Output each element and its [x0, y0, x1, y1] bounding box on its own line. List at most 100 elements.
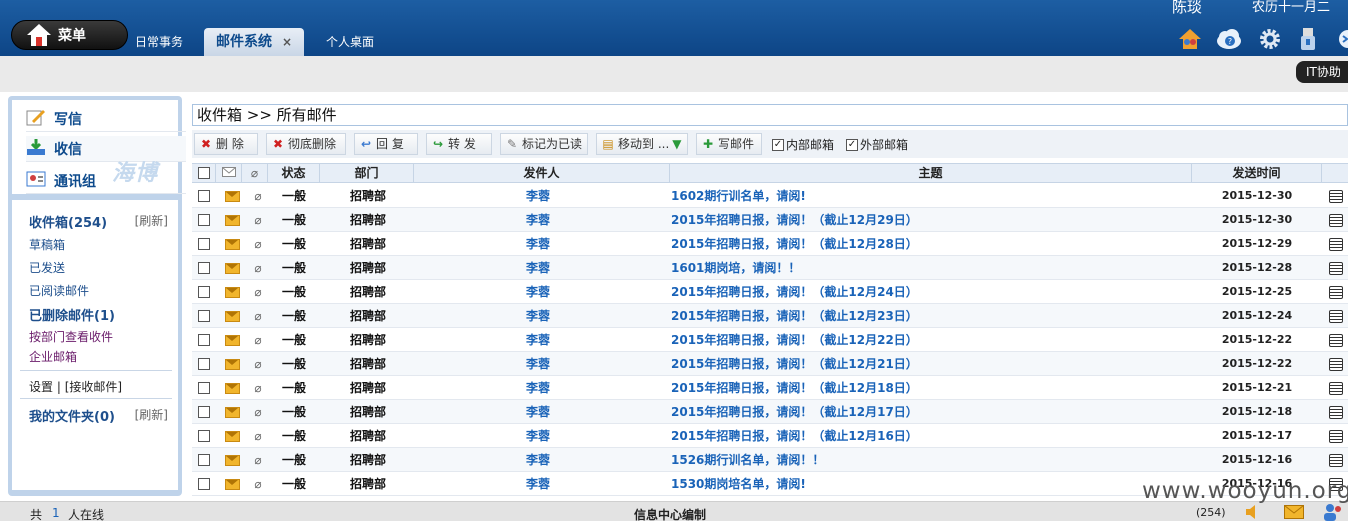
table-row[interactable]: ⌀ 一般 招聘部 李蓉 2015年招聘日报，请阅！（截止12月21日） 2015-12-2… — [192, 352, 1348, 376]
row-subject-link[interactable]: 2015年招聘日报，请阅！（截止12月18日） — [671, 376, 1191, 400]
row-checkbox-cell[interactable] — [197, 328, 211, 352]
home-people-icon[interactable] — [1178, 27, 1202, 51]
menu-button[interactable]: 菜单 — [11, 20, 128, 50]
date-header[interactable]: 发送时间 — [1192, 164, 1322, 182]
row-sender[interactable]: 李蓉 — [410, 232, 666, 256]
row-checkbox-cell[interactable] — [197, 400, 211, 424]
row-checkbox[interactable] — [198, 454, 210, 466]
read-folder[interactable]: 已阅读邮件 — [29, 282, 89, 299]
delete-button[interactable]: ✖ 删 除 — [194, 133, 258, 155]
row-subject-link[interactable]: 2015年招聘日报，请阅！（截止12月16日） — [671, 424, 1191, 448]
gear-icon[interactable] — [1258, 27, 1282, 51]
row-checkbox[interactable] — [198, 382, 210, 394]
row-subject-link[interactable]: 2015年招聘日报，请阅！（截止12月21日） — [671, 352, 1191, 376]
settings-label[interactable]: 设置 — [29, 380, 53, 394]
row-checkbox[interactable] — [198, 430, 210, 442]
speaker-icon[interactable] — [1244, 504, 1264, 523]
deleted-folder[interactable]: 已删除邮件(1) — [29, 305, 115, 324]
subject-header[interactable]: 主题 — [670, 164, 1192, 182]
table-row[interactable]: ⌀ 一般 招聘部 李蓉 2015年招聘日报，请阅！（截止12月16日） 2015-12-1… — [192, 424, 1348, 448]
table-row[interactable]: ⌀ 一般 招聘部 李蓉 2015年招聘日报，请阅！（截止12月22日） 2015-12-2… — [192, 328, 1348, 352]
note-icon[interactable] — [1324, 376, 1348, 400]
select-all-checkbox[interactable] — [197, 167, 210, 179]
row-checkbox[interactable] — [198, 214, 210, 226]
row-subject-link[interactable]: 1602期行训名单，请阅! — [671, 184, 1191, 208]
inbox-refresh-link[interactable]: [刷新] — [135, 212, 168, 229]
table-row[interactable]: ⌀ 一般 招聘部 李蓉 1601期岗培，请阅！！ 2015-12-28 — [192, 256, 1348, 280]
note-icon[interactable] — [1324, 304, 1348, 328]
row-sender[interactable]: 李蓉 — [410, 424, 666, 448]
note-icon[interactable] — [1324, 184, 1348, 208]
note-icon[interactable] — [1324, 232, 1348, 256]
enterprise-mailbox-folder[interactable]: 企业邮箱 — [29, 348, 77, 365]
row-sender[interactable]: 李蓉 — [410, 328, 666, 352]
sender-header[interactable]: 发件人 — [414, 164, 670, 182]
table-row[interactable]: ⌀ 一般 招聘部 李蓉 2015年招聘日报，请阅！（截止12月24日） 2015-12-2… — [192, 280, 1348, 304]
external-mailbox-checkbox[interactable]: ✓ — [846, 138, 858, 151]
row-checkbox-cell[interactable] — [197, 256, 211, 280]
internal-mailbox-toggle[interactable]: ✓ 内部邮箱 — [772, 136, 834, 153]
it-help-button[interactable]: IT协助 — [1296, 61, 1348, 83]
close-icon[interactable]: × — [282, 35, 292, 49]
sent-folder[interactable]: 已发送 — [29, 259, 65, 276]
row-checkbox-cell[interactable] — [197, 232, 211, 256]
row-subject-link[interactable]: 2015年招聘日报，请阅！（截止12月24日） — [671, 280, 1191, 304]
row-checkbox-cell[interactable] — [197, 424, 211, 448]
row-subject-link[interactable]: 1526期行训名单，请阅！！ — [671, 448, 1191, 472]
row-checkbox-cell[interactable] — [197, 472, 211, 496]
note-icon[interactable] — [1324, 424, 1348, 448]
table-row[interactable]: ⌀ 一般 招聘部 李蓉 1602期行训名单，请阅! 2015-12-30 — [192, 184, 1348, 208]
row-checkbox[interactable] — [198, 358, 210, 370]
row-sender[interactable]: 李蓉 — [410, 280, 666, 304]
row-sender[interactable]: 李蓉 — [410, 352, 666, 376]
row-sender[interactable]: 李蓉 — [410, 208, 666, 232]
by-dept-folder[interactable]: 按部门查看收件 — [29, 328, 113, 345]
note-icon[interactable] — [1324, 400, 1348, 424]
row-checkbox-cell[interactable] — [197, 208, 211, 232]
row-sender[interactable]: 李蓉 — [410, 400, 666, 424]
row-sender[interactable]: 李蓉 — [410, 304, 666, 328]
status-header[interactable]: 状态 — [268, 164, 320, 182]
row-checkbox-cell[interactable] — [197, 352, 211, 376]
usb-icon[interactable] — [1298, 27, 1322, 51]
table-row[interactable]: ⌀ 一般 招聘部 李蓉 2015年招聘日报，请阅！（截止12月18日） 2015-12-2… — [192, 376, 1348, 400]
row-checkbox[interactable] — [198, 262, 210, 274]
more-icon[interactable] — [1334, 27, 1348, 51]
tab-mail-system[interactable]: 邮件系统 × — [204, 28, 305, 56]
row-subject-link[interactable]: 1601期岗培，请阅！！ — [671, 256, 1191, 280]
note-icon[interactable] — [1324, 448, 1348, 472]
mark-read-button[interactable]: ✎ 标记为已读 — [500, 133, 588, 155]
receive-mail-link[interactable]: [接收邮件] — [65, 380, 122, 394]
row-subject-link[interactable]: 1530期岗培名单，请阅! — [671, 472, 1191, 496]
row-checkbox-cell[interactable] — [197, 304, 211, 328]
external-mailbox-toggle[interactable]: ✓ 外部邮箱 — [846, 136, 908, 153]
internal-mailbox-checkbox[interactable]: ✓ — [772, 138, 784, 151]
note-icon[interactable] — [1324, 280, 1348, 304]
row-sender[interactable]: 李蓉 — [410, 376, 666, 400]
row-checkbox[interactable] — [198, 286, 210, 298]
cloud-help-icon[interactable]: ? — [1216, 27, 1241, 51]
row-sender[interactable]: 李蓉 — [410, 472, 666, 496]
row-checkbox-cell[interactable] — [197, 280, 211, 304]
table-row[interactable]: ⌀ 一般 招聘部 李蓉 2015年招聘日报，请阅！（截止12月23日） 2015-12-2… — [192, 304, 1348, 328]
tab-daily-affairs[interactable]: 日常事务 — [135, 28, 183, 56]
my-folders-refresh-link[interactable]: [刷新] — [135, 406, 168, 423]
row-checkbox[interactable] — [198, 478, 210, 490]
purge-button[interactable]: ✖ 彻底删除 — [266, 133, 346, 155]
compose-button[interactable]: ✚ 写邮件 — [696, 133, 762, 155]
mail-notify-icon[interactable] — [1284, 505, 1304, 522]
row-checkbox[interactable] — [198, 238, 210, 250]
note-icon[interactable] — [1324, 208, 1348, 232]
inbox-folder[interactable]: 收件箱(254) — [29, 212, 107, 231]
my-folders[interactable]: 我的文件夹(0) — [29, 406, 115, 425]
note-icon[interactable] — [1324, 352, 1348, 376]
row-checkbox[interactable] — [198, 190, 210, 202]
row-subject-link[interactable]: 2015年招聘日报，请阅！（截止12月22日） — [671, 328, 1191, 352]
forward-button[interactable]: ↪ 转 发 — [426, 133, 492, 155]
row-checkbox[interactable] — [198, 334, 210, 346]
table-row[interactable]: ⌀ 一般 招聘部 李蓉 2015年招聘日报，请阅！（截止12月29日） 2015-12-3… — [192, 208, 1348, 232]
table-row[interactable]: ⌀ 一般 招聘部 李蓉 2015年招聘日报，请阅！（截止12月28日） 2015-12-2… — [192, 232, 1348, 256]
drafts-folder[interactable]: 草稿箱 — [29, 236, 65, 253]
note-icon[interactable] — [1324, 256, 1348, 280]
tab-personal-desktop[interactable]: 个人桌面 — [326, 28, 374, 56]
